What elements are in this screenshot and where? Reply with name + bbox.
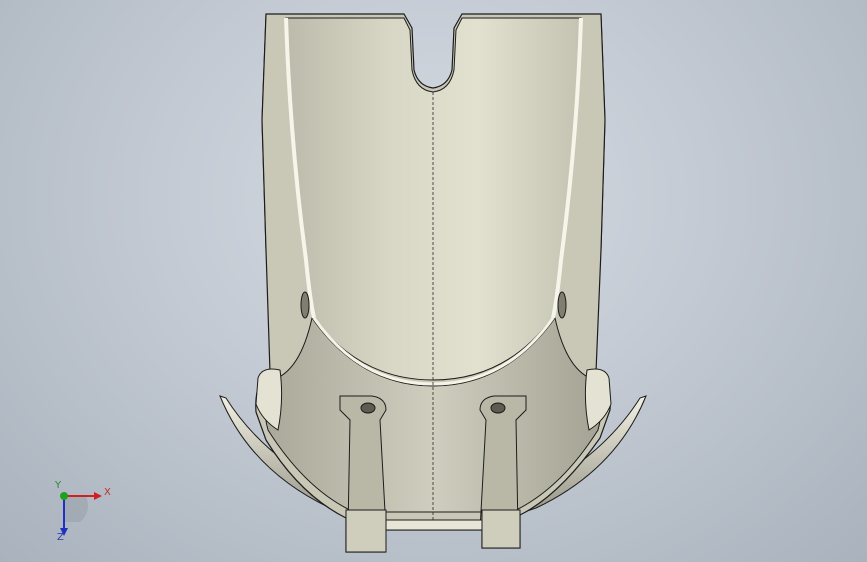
3d-model-view[interactable] (0, 0, 867, 562)
x-axis-label: X (104, 487, 111, 498)
right-clip-hole (490, 402, 506, 414)
right-lower-leg (481, 509, 521, 549)
center-lower-lip (385, 519, 483, 531)
orientation-triad: X Y Z (46, 480, 116, 546)
right-ear (584, 368, 612, 431)
right-mount-hole (557, 291, 567, 319)
graphics-viewport[interactable]: X Y Z (0, 0, 867, 562)
inner-trough (285, 17, 582, 381)
triad-shadow (64, 496, 88, 522)
left-mount-hole (300, 291, 310, 319)
z-axis-label: Z (57, 532, 64, 543)
y-axis-label: Y (55, 480, 62, 491)
x-axis-arrow (94, 492, 102, 500)
left-lower-leg (345, 509, 387, 553)
y-axis-dot (60, 492, 68, 500)
left-clip-hole (360, 402, 376, 414)
